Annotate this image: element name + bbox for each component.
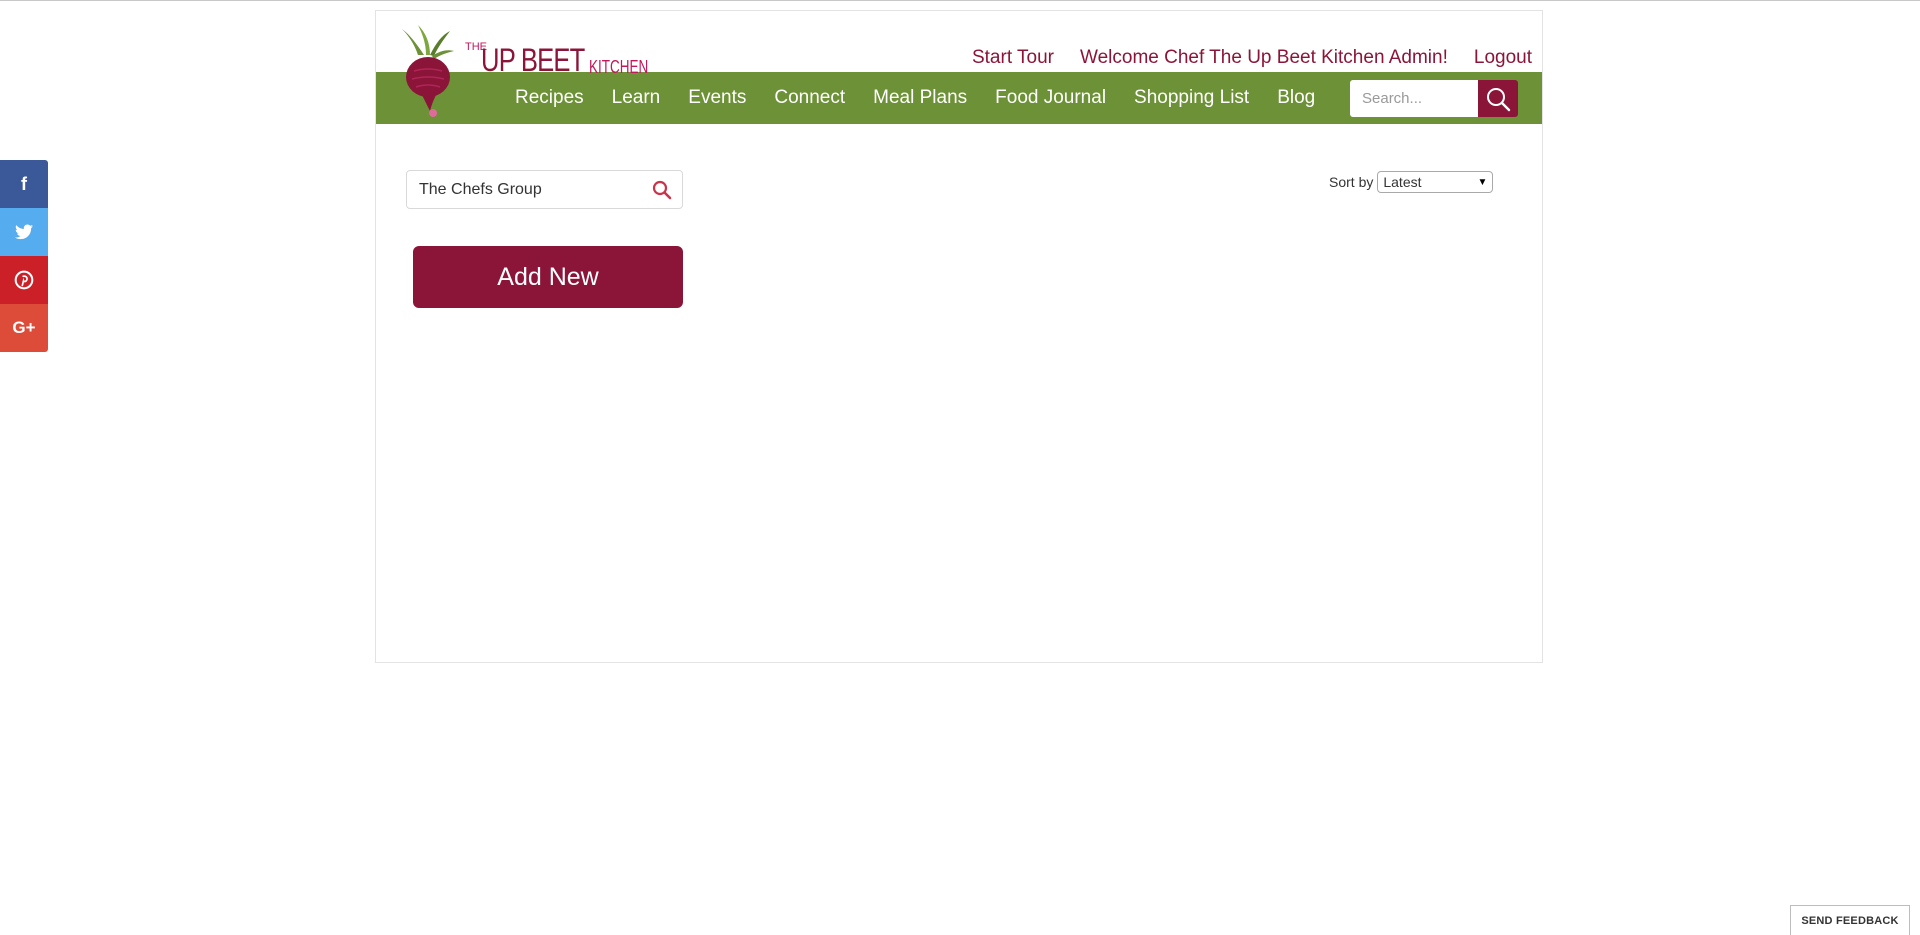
main-menu: Recipes Learn Events Connect Meal Plans … [515, 72, 1315, 124]
add-new-button[interactable]: Add New [413, 246, 683, 308]
nav-item-events[interactable]: Events [688, 87, 746, 109]
welcome-user-text[interactable]: Welcome Chef The Up Beet Kitchen Admin! [1080, 47, 1448, 69]
logo-text-up-beet: UP BEET [481, 42, 585, 78]
nav-item-connect[interactable]: Connect [774, 87, 845, 109]
pinterest-share-button[interactable] [0, 256, 48, 304]
google-plus-share-button[interactable]: G+ [0, 304, 48, 352]
sort-select[interactable]: Latest ▼ [1377, 171, 1494, 193]
sort-label: Sort by [1329, 174, 1374, 190]
chevron-down-icon: ▼ [1477, 176, 1488, 188]
nav-item-shopping-list[interactable]: Shopping List [1134, 87, 1249, 109]
group-search-input[interactable] [417, 171, 646, 208]
site-container: Recipes Learn Events Connect Meal Plans … [375, 10, 1543, 663]
sort-selected-value: Latest [1383, 174, 1422, 190]
social-share-bar: f G+ [0, 160, 48, 352]
top-border [0, 0, 1920, 1]
site-search-button[interactable] [1478, 80, 1518, 117]
logo-text-kitchen: KITCHEN [589, 57, 649, 77]
facebook-icon: f [21, 173, 27, 194]
header-user-links: Start Tour Welcome Chef The Up Beet Kitc… [972, 47, 1532, 69]
nav-item-meal-plans[interactable]: Meal Plans [873, 87, 967, 109]
search-icon [1487, 87, 1511, 111]
facebook-share-button[interactable]: f [0, 160, 48, 208]
logout-link[interactable]: Logout [1474, 47, 1532, 69]
twitter-share-button[interactable] [0, 208, 48, 256]
site-search-input[interactable] [1350, 80, 1478, 117]
site-search [1350, 80, 1518, 117]
send-feedback-button[interactable]: SEND FEEDBACK [1790, 905, 1910, 935]
search-icon[interactable] [652, 180, 672, 200]
group-search-box [406, 170, 683, 209]
nav-item-blog[interactable]: Blog [1277, 87, 1315, 109]
pinterest-icon [14, 270, 34, 290]
sort-control: Sort by Latest ▼ [1329, 171, 1494, 193]
google-plus-icon: G+ [12, 318, 36, 337]
beet-logo-icon [402, 25, 454, 117]
twitter-icon [15, 224, 33, 240]
start-tour-link[interactable]: Start Tour [972, 47, 1054, 69]
site-logo[interactable]: THE UP BEET KITCHEN [396, 25, 648, 125]
nav-item-food-journal[interactable]: Food Journal [995, 87, 1106, 109]
